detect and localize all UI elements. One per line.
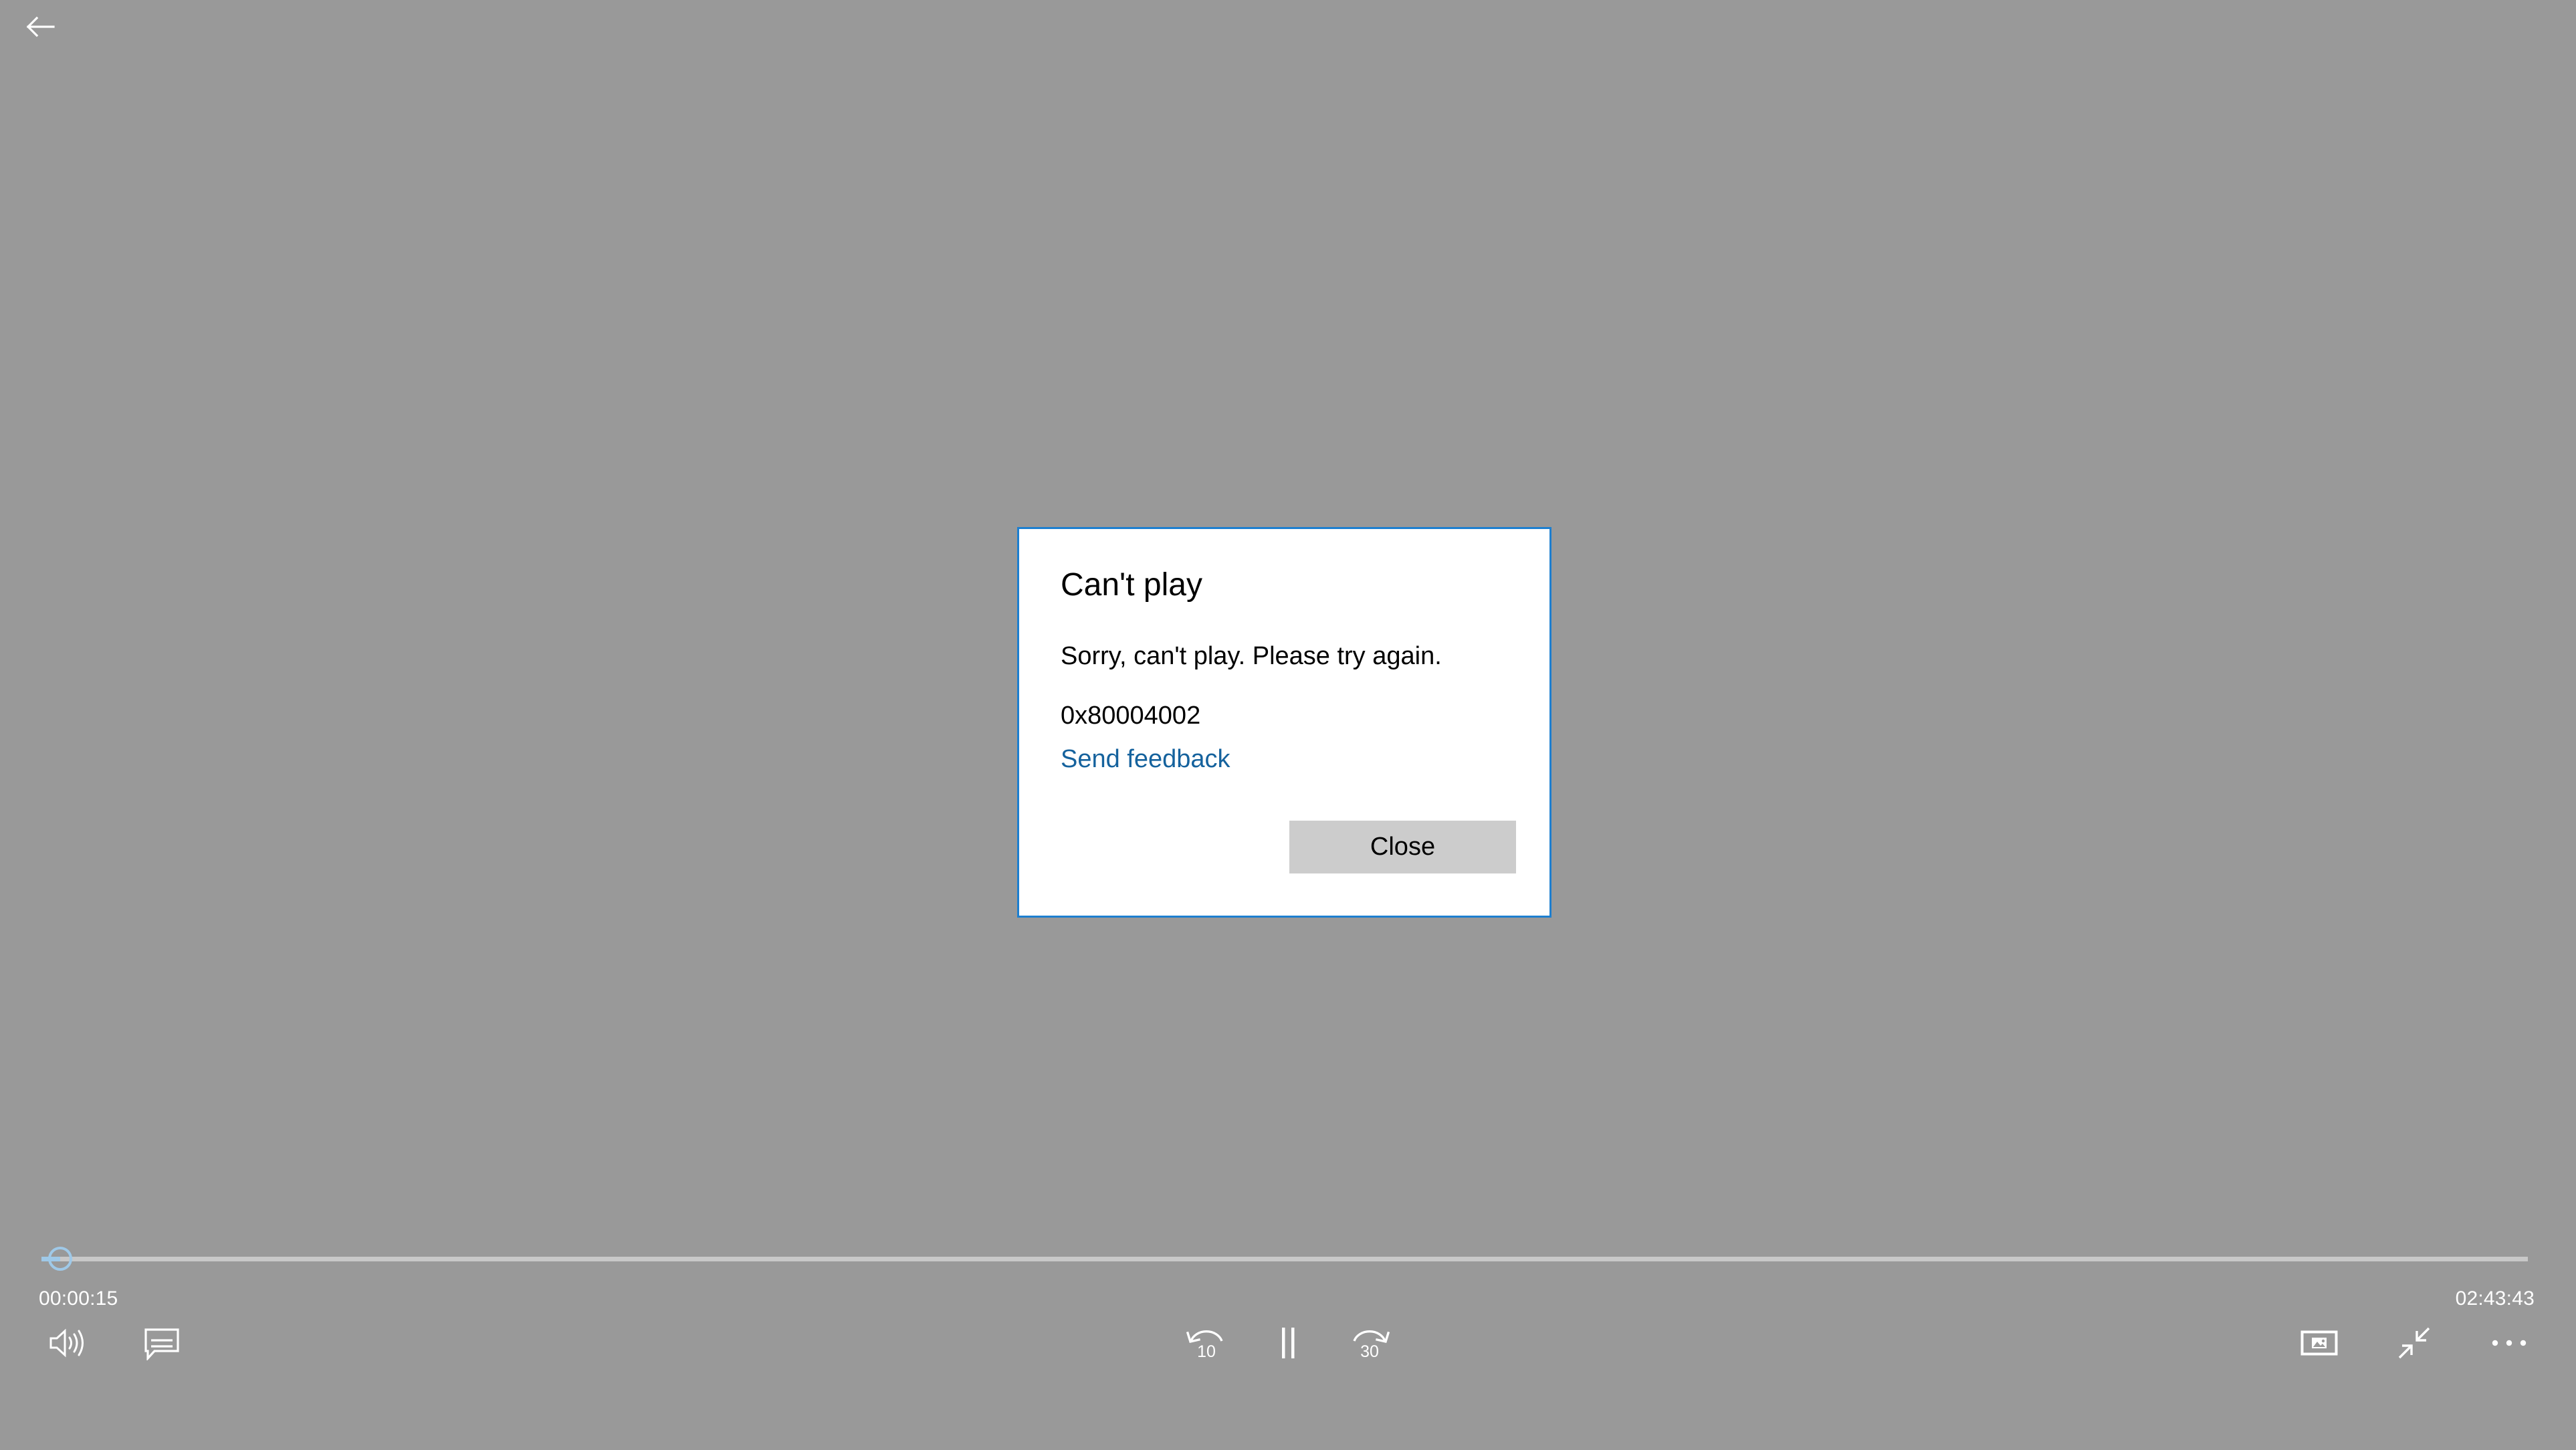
mini-player-icon xyxy=(2300,1329,2338,1357)
back-button[interactable] xyxy=(7,0,74,54)
closed-captions-icon xyxy=(144,1326,180,1360)
more-options-button[interactable] xyxy=(2481,1315,2537,1371)
time-row: 00:00:15 02:43:43 xyxy=(0,1285,2576,1316)
video-player-window: 00:00:15 02:43:43 10 30 Can't play Sorry… xyxy=(0,0,2576,1450)
volume-high-icon xyxy=(48,1326,86,1360)
forward-30-icon: 30 xyxy=(1348,1322,1392,1364)
dialog-message: Sorry, can't play. Please try again. xyxy=(1061,642,1442,670)
center-controls-group: 10 30 xyxy=(1178,1315,1398,1371)
dialog-error-code: 0x80004002 xyxy=(1061,702,1201,730)
send-feedback-link[interactable]: Send feedback xyxy=(1061,743,1230,775)
exit-fullscreen-button[interactable] xyxy=(2386,1315,2442,1371)
ellipsis-icon xyxy=(2490,1336,2528,1350)
pause-button[interactable] xyxy=(1260,1315,1316,1371)
cant-play-dialog: Can't play Sorry, can't play. Please try… xyxy=(1017,527,1551,918)
closed-captions-button[interactable] xyxy=(134,1315,190,1371)
close-button[interactable]: Close xyxy=(1289,821,1516,873)
svg-text:10: 10 xyxy=(1197,1342,1216,1361)
volume-button[interactable] xyxy=(39,1315,95,1371)
arrow-left-icon xyxy=(25,15,55,38)
pause-icon xyxy=(1275,1325,1301,1361)
mini-player-button[interactable] xyxy=(2291,1315,2347,1371)
seek-thumb[interactable] xyxy=(48,1247,72,1271)
seek-bar[interactable] xyxy=(0,1231,2576,1287)
svg-text:30: 30 xyxy=(1360,1342,1379,1361)
total-time-label: 02:43:43 xyxy=(2455,1287,2535,1310)
rewind-10-icon: 10 xyxy=(1184,1322,1228,1364)
exit-fullscreen-icon xyxy=(2395,1324,2433,1362)
left-controls-group xyxy=(39,1315,190,1371)
transport-control-bar: 00:00:15 02:43:43 10 30 xyxy=(0,1231,2576,1378)
forward-30-button[interactable]: 30 xyxy=(1341,1315,1398,1371)
right-controls-group xyxy=(2291,1315,2537,1371)
current-time-label: 00:00:15 xyxy=(39,1287,118,1310)
rewind-10-button[interactable]: 10 xyxy=(1178,1315,1235,1371)
seek-track[interactable] xyxy=(41,1257,2528,1261)
dialog-title: Can't play xyxy=(1061,567,1202,603)
